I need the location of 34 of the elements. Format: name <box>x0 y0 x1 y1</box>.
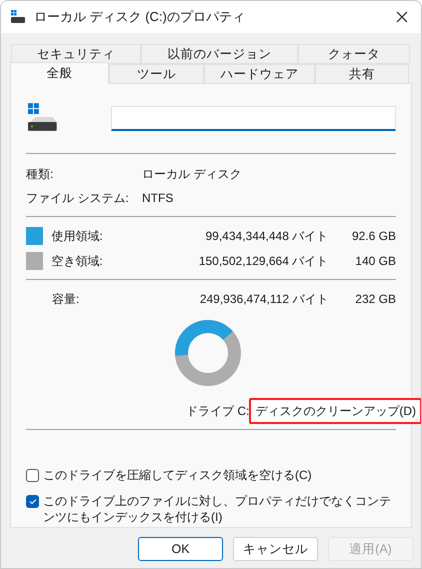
drive-name-field[interactable] <box>110 106 396 130</box>
tab[interactable]: クォータ <box>298 44 410 64</box>
disk-cleanup-button[interactable]: ディスクのクリーンアップ(D) <box>249 398 421 424</box>
check-icon <box>28 498 36 505</box>
byte-count: 150,502,129,664 バイト <box>198 252 328 270</box>
close-icon[interactable] <box>396 11 408 23</box>
space-label: 使用領域: <box>51 228 104 244</box>
checkbox[interactable] <box>26 495 39 508</box>
size-value: 232 GB <box>354 290 396 308</box>
space-label: 空き領域: <box>51 252 104 270</box>
property-label: ファイル システム: <box>26 190 130 207</box>
checkbox-label[interactable]: このドライブ上のファイルに対し、プロパティだけでなくコンテンツにもインデックスを付ける(I) <box>43 493 396 525</box>
dialog-button[interactable]: OK <box>138 537 223 561</box>
property-label: 種類: <box>26 166 54 183</box>
checkbox-label[interactable]: このドライブを圧縮してディスク領域を空ける(C) <box>43 467 396 483</box>
tab[interactable]: ハードウェア <box>204 64 315 84</box>
size-value: 92.6 GB <box>350 228 396 244</box>
drive-icon <box>10 10 26 24</box>
checkbox[interactable] <box>26 469 39 482</box>
tab[interactable]: 全般 <box>10 62 109 84</box>
byte-count: 249,936,474,112 バイト <box>198 290 328 308</box>
capacity-label: 容量: <box>52 290 80 308</box>
drive-label: ドライブ C: <box>186 403 250 420</box>
tab[interactable]: 以前のバージョン <box>141 44 298 64</box>
byte-count: 99,434,344,448 バイト <box>204 228 328 244</box>
drive-icon <box>27 103 57 133</box>
tab[interactable]: 共有 <box>315 64 409 84</box>
dialog-button[interactable]: キャンセル <box>233 537 318 561</box>
tab[interactable]: セキュリティ <box>11 44 141 64</box>
property-value: NTFS <box>142 190 174 207</box>
window-title: ローカル ディスク (C:)のプロパティ <box>34 8 245 26</box>
property-value: ローカル ディスク <box>142 166 242 183</box>
tab[interactable]: ツール <box>109 64 204 84</box>
size-value: 140 GB <box>354 252 396 270</box>
